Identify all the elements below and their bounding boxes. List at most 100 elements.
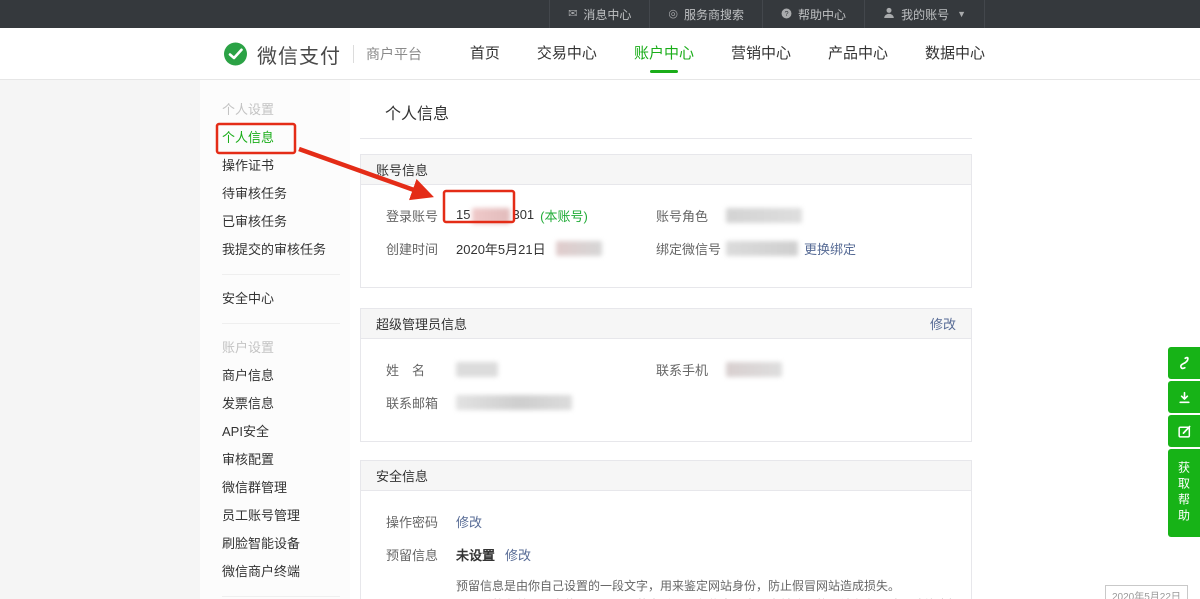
redacted-login-middle — [472, 208, 510, 224]
date-tooltip: 2020年5月22日 — [1105, 585, 1188, 599]
user-icon — [883, 7, 895, 22]
floating-action-stack: 获取帮助 — [1168, 347, 1200, 537]
sidebar-item-invoice-info[interactable]: 发票信息 — [222, 390, 350, 418]
edit-icon — [1177, 424, 1192, 439]
section-title: 超级管理员信息 — [376, 314, 467, 333]
left-gray-rail — [0, 80, 200, 599]
topbar-item-label: 帮助中心 — [798, 6, 846, 23]
edit-password-link[interactable]: 修改 — [456, 512, 482, 531]
redacted-wechat-id — [726, 241, 798, 256]
main-content: 个人信息 账号信息 登录账号 15301 (本账号) — [360, 80, 972, 599]
nav-transaction-center[interactable]: 交易中心 — [537, 28, 597, 80]
nav-data-center[interactable]: 数据中心 — [925, 28, 985, 80]
sidebar-divider — [222, 323, 340, 324]
topbar-menu: ✉ 消息中心 ◎ 服务商搜索 ? 帮助中心 我的账号 ▼ — [549, 0, 985, 28]
topbar-item-label: 我的账号 — [901, 6, 949, 23]
reserved-info-value: 未设置 — [456, 545, 495, 564]
account-role-label: 账号角色 — [656, 206, 726, 225]
sidebar-group-personal-settings: 个人设置 — [222, 96, 350, 124]
created-time-label: 创建时间 — [386, 239, 456, 258]
created-time-value: 2020年5月21日 — [456, 239, 602, 258]
sidebar-item-merchant-info[interactable]: 商户信息 — [222, 362, 350, 390]
topbar-item-help-center[interactable]: ? 帮助中心 — [762, 0, 864, 28]
page-body: 个人设置 个人信息 操作证书 待审核任务 已审核任务 我提交的审核任务 安全中心… — [0, 80, 1200, 599]
sidebar-item-my-submitted-tasks[interactable]: 我提交的审核任务 — [222, 236, 350, 264]
portal-name: 商户平台 — [366, 44, 422, 64]
sidebar-divider — [222, 274, 340, 275]
contact-email-label: 联系邮箱 — [386, 393, 456, 412]
security-info-section: 安全信息 操作密码 修改 预留信息 未设置 修改 — [360, 460, 972, 599]
topbar-item-label: 消息中心 — [583, 6, 631, 23]
sidebar-item-staff-account-mgmt[interactable]: 员工账号管理 — [222, 502, 350, 530]
sidebar-item-wechat-merchant-terminal[interactable]: 微信商户终端 — [222, 558, 350, 586]
redacted-created-time — [556, 241, 602, 256]
topbar-item-provider-search[interactable]: ◎ 服务商搜索 — [649, 0, 762, 28]
topbar-item-my-account[interactable]: 我的账号 ▼ — [864, 0, 985, 28]
top-utility-bar: ✉ 消息中心 ◎ 服务商搜索 ? 帮助中心 我的账号 ▼ — [0, 0, 1200, 28]
sidebar-item-review-config[interactable]: 审核配置 — [222, 446, 350, 474]
site-header: 微信支付 商户平台 首页 交易中心 账户中心 营销中心 产品中心 数据中心 — [0, 28, 1200, 80]
security-info-body: 操作密码 修改 预留信息 未设置 修改 预留信息是由你自己设置的一段文字，用来鉴… — [361, 491, 971, 599]
sidebar-item-face-smart-device[interactable]: 刷脸智能设备 — [222, 530, 350, 558]
logo-area[interactable]: 微信支付 商户平台 — [222, 28, 422, 80]
login-account-label: 登录账号 — [386, 206, 456, 225]
sidebar-item-pending-review-tasks[interactable]: 待审核任务 — [222, 180, 350, 208]
sidebar-item-reviewed-tasks[interactable]: 已审核任务 — [222, 208, 350, 236]
redacted-admin-name — [456, 362, 498, 377]
contact-phone-label: 联系手机 — [656, 360, 726, 379]
page-title: 个人信息 — [385, 100, 972, 124]
account-info-body: 登录账号 15301 (本账号) 账号角色 — [361, 185, 971, 287]
reserved-info-description: 预留信息是由你自己设置的一段文字，用来鉴定网站身份，防止假冒网站造成损失。 配置… — [456, 577, 971, 599]
logo-divider — [353, 45, 354, 63]
nav-marketing-center[interactable]: 营销中心 — [731, 28, 791, 80]
nav-product-center[interactable]: 产品中心 — [828, 28, 888, 80]
chevron-down-icon: ▼ — [957, 9, 966, 19]
this-account-tag: (本账号) — [540, 206, 588, 225]
svg-text:?: ? — [785, 9, 789, 18]
sidebar-item-api-security[interactable]: API安全 — [222, 418, 350, 446]
logo-text: 微信支付 — [257, 40, 341, 69]
sidebar-group-account-settings: 账户设置 — [222, 334, 350, 362]
super-admin-section: 超级管理员信息 修改 姓 名 联系手机 — [360, 308, 972, 442]
wechat-pay-logo-icon — [222, 41, 249, 68]
redacted-account-role — [726, 208, 802, 223]
nav-account-center[interactable]: 账户中心 — [634, 28, 694, 80]
wechat-pay-merchant-portal: ✉ 消息中心 ◎ 服务商搜索 ? 帮助中心 我的账号 ▼ — [0, 0, 1200, 599]
link-shortcut-button[interactable] — [1168, 347, 1200, 379]
account-info-section: 账号信息 登录账号 15301 (本账号) 账号角色 — [360, 154, 972, 288]
get-help-button[interactable]: 获取帮助 — [1168, 449, 1200, 537]
sidebar: 个人设置 个人信息 操作证书 待审核任务 已审核任务 我提交的审核任务 安全中心… — [200, 80, 350, 599]
nav-home[interactable]: 首页 — [470, 28, 500, 80]
operation-password-label: 操作密码 — [386, 512, 456, 531]
sidebar-item-security-center[interactable]: 安全中心 — [222, 285, 350, 313]
feedback-button[interactable] — [1168, 415, 1200, 447]
title-divider — [360, 138, 972, 139]
edit-reserved-info-link[interactable]: 修改 — [505, 545, 531, 564]
security-info-header: 安全信息 — [361, 461, 971, 491]
super-admin-body: 姓 名 联系手机 联系邮箱 — [361, 339, 971, 441]
super-admin-header: 超级管理员信息 修改 — [361, 309, 971, 339]
change-binding-link[interactable]: 更换绑定 — [804, 239, 856, 258]
topbar-item-label: 服务商搜索 — [684, 6, 744, 23]
help-icon: ? — [781, 8, 792, 21]
sidebar-item-wechat-group-mgmt[interactable]: 微信群管理 — [222, 474, 350, 502]
sidebar-divider — [222, 596, 340, 597]
download-icon — [1177, 390, 1192, 405]
link-icon — [1176, 355, 1192, 371]
sidebar-item-personal-info[interactable]: 个人信息 — [222, 124, 350, 152]
edit-admin-link[interactable]: 修改 — [930, 314, 956, 333]
login-account-value: 15301 (本账号) — [456, 206, 588, 225]
description-line: 预留信息是由你自己设置的一段文字，用来鉴定网站身份，防止假冒网站造成损失。 — [456, 577, 971, 596]
search-icon: ◎ — [668, 9, 678, 20]
download-button[interactable] — [1168, 381, 1200, 413]
reserved-info-label: 预留信息 — [386, 545, 456, 564]
topbar-item-message-center[interactable]: ✉ 消息中心 — [549, 0, 649, 28]
account-info-header: 账号信息 — [361, 155, 971, 185]
main-nav: 首页 交易中心 账户中心 营销中心 产品中心 数据中心 — [470, 28, 985, 80]
redacted-contact-email — [456, 395, 572, 410]
mail-icon: ✉ — [568, 9, 577, 20]
redacted-contact-phone — [726, 362, 782, 377]
section-title: 账号信息 — [376, 160, 428, 179]
sidebar-item-operation-certificate[interactable]: 操作证书 — [222, 152, 350, 180]
admin-name-label: 姓 名 — [386, 360, 456, 379]
